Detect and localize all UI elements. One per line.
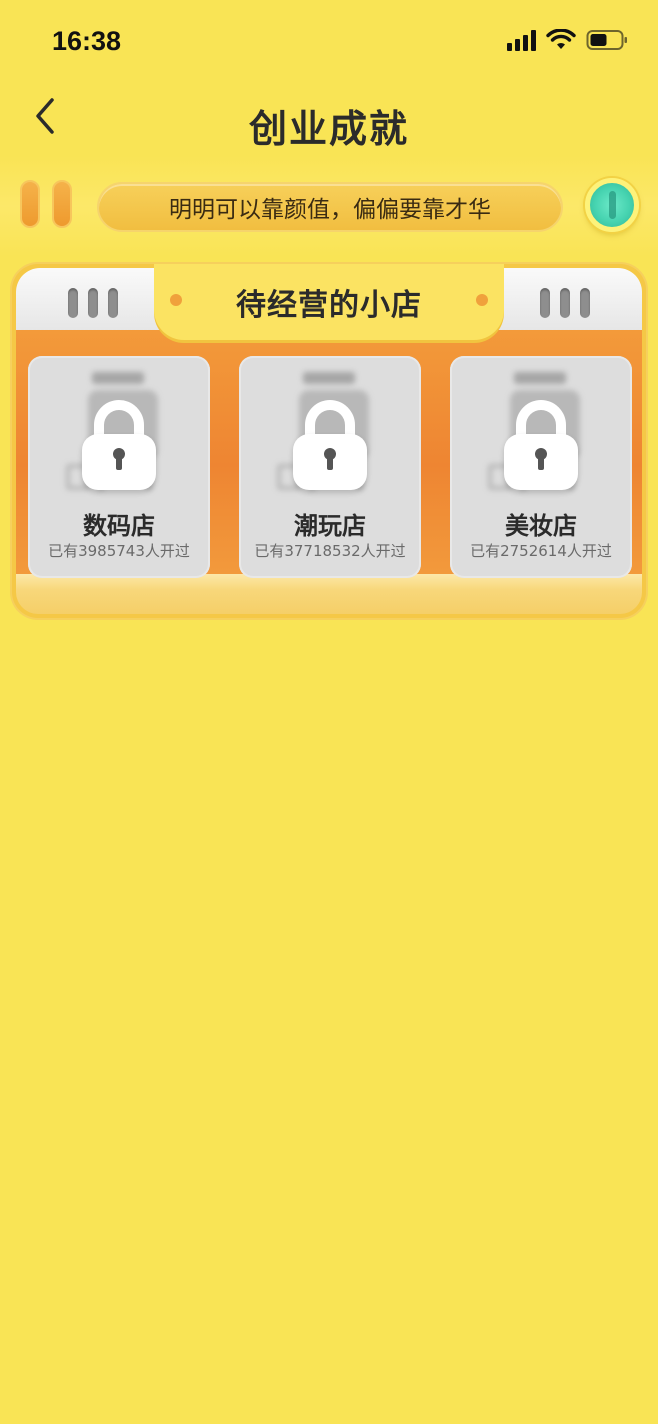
lock-icon bbox=[82, 400, 156, 490]
shop-card-digital[interactable]: 数码店 已有3985743人开过 bbox=[28, 356, 210, 578]
shop-open-count: 已有37718532人开过 bbox=[254, 542, 406, 560]
wifi-icon bbox=[546, 29, 576, 49]
pause-icon-bar-left bbox=[20, 180, 40, 228]
shop-card-trendy-toys[interactable]: 潮玩店 已有37718532人开过 bbox=[239, 356, 421, 578]
shop-name: 数码店 bbox=[83, 512, 155, 540]
shop-name: 美妆店 bbox=[505, 512, 577, 540]
status-time: 16:38 bbox=[52, 26, 122, 56]
battery-icon bbox=[586, 30, 627, 50]
slogan-text: 明明可以靠颜值，偏偏要靠才华 bbox=[169, 197, 491, 223]
shop-card-cosmetics[interactable]: 美妆店 已有2752614人开过 bbox=[450, 356, 632, 578]
status-icons bbox=[507, 29, 628, 51]
lock-icon bbox=[293, 400, 367, 490]
page-title: 创业成就 bbox=[248, 107, 409, 151]
shops-panel: 待经营的小店 数码店 已有3985743人开过 潮玩店 已有37718532人开… bbox=[12, 264, 646, 618]
shop-open-count: 已有3985743人开过 bbox=[48, 542, 190, 560]
panel-header: 待经营的小店 bbox=[154, 264, 504, 340]
header-dot-right bbox=[476, 294, 488, 306]
panel-bottom-frame bbox=[16, 574, 642, 614]
header-dot-left bbox=[170, 294, 182, 306]
signal-icon bbox=[507, 29, 536, 51]
pause-button[interactable] bbox=[20, 180, 76, 230]
panel-title: 待经营的小店 bbox=[236, 288, 422, 323]
slogan-banner: 明明可以靠颜值，偏偏要靠才华 bbox=[97, 182, 563, 232]
shop-name: 潮玩店 bbox=[294, 512, 366, 540]
shop-open-count: 已有2752614人开过 bbox=[470, 542, 612, 560]
vent-right bbox=[540, 288, 590, 318]
nav-bar: 创业成就 bbox=[0, 84, 658, 154]
coin-icon[interactable] bbox=[585, 178, 639, 232]
lock-icon bbox=[504, 400, 578, 490]
pause-icon-bar-right bbox=[52, 180, 72, 228]
vent-left bbox=[68, 288, 118, 318]
status-bar: 16:38 bbox=[0, 0, 658, 84]
shop-card-list: 数码店 已有3985743人开过 潮玩店 已有37718532人开过 美妆店 已… bbox=[28, 356, 632, 578]
